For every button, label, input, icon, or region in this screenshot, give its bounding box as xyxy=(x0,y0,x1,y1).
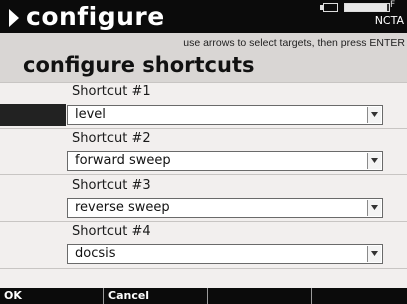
shortcut-4-label: Shortcut #4 xyxy=(72,224,151,239)
divider xyxy=(0,268,407,269)
shortcut-3-value: reverse sweep xyxy=(75,200,170,215)
dropdown-arrow-icon[interactable] xyxy=(367,246,381,262)
shortcut-1-dropdown[interactable]: level xyxy=(67,105,383,125)
shortcut-2-dropdown[interactable]: forward sweep xyxy=(67,151,383,171)
shortcut-1-label: Shortcut #1 xyxy=(72,84,151,99)
dropdown-arrow-icon[interactable] xyxy=(367,107,381,123)
cancel-softkey-label: Cancel xyxy=(108,289,150,302)
ok-softkey[interactable]: OK xyxy=(0,288,103,304)
device-label: NCTA xyxy=(374,14,404,27)
shortcut-3-dropdown[interactable]: reverse sweep xyxy=(67,198,383,218)
selection-indicator xyxy=(0,104,66,126)
panel-header: configure shortcuts xyxy=(0,52,407,82)
shortcut-2-value: forward sweep xyxy=(75,153,171,168)
divider xyxy=(0,128,407,129)
softkey-3[interactable] xyxy=(207,288,311,304)
screen-title: configure xyxy=(26,2,165,31)
dropdown-arrow-icon[interactable] xyxy=(367,200,381,216)
softkey-4[interactable] xyxy=(311,288,407,304)
divider xyxy=(0,221,407,222)
title-bar: configure F NCTA xyxy=(0,0,407,33)
shortcut-1-value: level xyxy=(75,107,106,122)
shortcut-3-label: Shortcut #3 xyxy=(72,178,151,193)
softkey-bar: OK Cancel xyxy=(0,288,407,304)
battery-icon: F xyxy=(320,1,398,12)
shortcut-4-value: docsis xyxy=(75,246,116,261)
cancel-softkey[interactable]: Cancel xyxy=(103,288,207,304)
instruction-text: use arrows to select targets, then press… xyxy=(183,37,405,49)
shortcut-4-dropdown[interactable]: docsis xyxy=(67,244,383,264)
ok-softkey-label: OK xyxy=(4,289,22,302)
panel-title: configure shortcuts xyxy=(23,53,255,77)
dropdown-arrow-icon[interactable] xyxy=(367,153,381,169)
divider xyxy=(0,174,407,175)
play-arrow-icon xyxy=(9,9,19,27)
divider xyxy=(0,82,407,83)
instruction-bar: use arrows to select targets, then press… xyxy=(0,33,407,52)
shortcut-2-label: Shortcut #2 xyxy=(72,131,151,146)
